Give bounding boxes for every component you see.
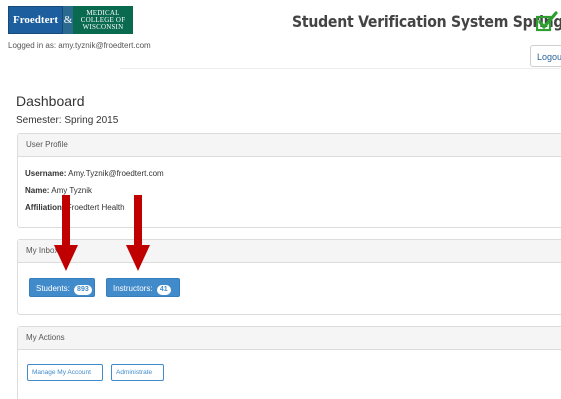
manage-account-button[interactable]: Manage My Account xyxy=(27,364,103,381)
check-icon xyxy=(536,11,558,32)
user-profile-panel: User Profile Username: Amy.Tyznik@froedt… xyxy=(17,133,561,228)
my-actions-panel: My Actions Manage My Account Administrat… xyxy=(17,326,561,399)
instructors-button[interactable]: Instructors: 41 xyxy=(106,278,180,297)
logged-in-text: Logged in as: amy.tyznik@froedtert.com xyxy=(8,41,151,50)
page: Froedtert & Medical College of Wisconsin… xyxy=(0,0,561,399)
logout-button[interactable]: Logout xyxy=(530,45,561,67)
arrow-down-icon xyxy=(54,195,78,271)
logo[interactable]: Froedtert & Medical College of Wisconsin xyxy=(8,6,133,34)
administrate-button[interactable]: Administrate xyxy=(111,364,164,381)
instructors-count-badge: 41 xyxy=(156,285,171,295)
students-button[interactable]: Students: 893 xyxy=(29,278,95,297)
students-label: Students: xyxy=(36,284,70,293)
page-title: Dashboard xyxy=(16,93,85,109)
username-value: Amy.Tyznik@froedtert.com xyxy=(68,169,164,178)
system-title: Student Verification System Spring 2015 xyxy=(292,12,561,31)
logo-mcw-line3: Wisconsin xyxy=(82,22,124,31)
header-divider xyxy=(120,68,560,69)
user-profile-heading: User Profile xyxy=(18,134,561,157)
name-line: Name: Amy Tyznik xyxy=(25,186,92,195)
students-count-badge: 893 xyxy=(74,285,92,295)
username-label: Username: xyxy=(25,169,67,178)
arrow-down-icon xyxy=(126,195,150,271)
my-inbox-panel: My Inbox Students: 893 Instructors: 41 xyxy=(17,239,561,315)
semester-label: Semester: Spring 2015 xyxy=(16,115,119,126)
username-line: Username: Amy.Tyznik@froedtert.com xyxy=(25,169,164,178)
name-label: Name: xyxy=(25,186,50,195)
logo-mcw: Medical College of Wisconsin xyxy=(73,6,133,34)
instructors-label: Instructors: xyxy=(113,284,153,293)
logo-ampersand: & xyxy=(63,6,73,34)
name-value: Amy Tyznik xyxy=(51,186,92,195)
logo-froedtert: Froedtert xyxy=(8,6,63,34)
my-inbox-heading: My Inbox xyxy=(18,240,561,263)
my-actions-heading: My Actions xyxy=(18,327,561,350)
